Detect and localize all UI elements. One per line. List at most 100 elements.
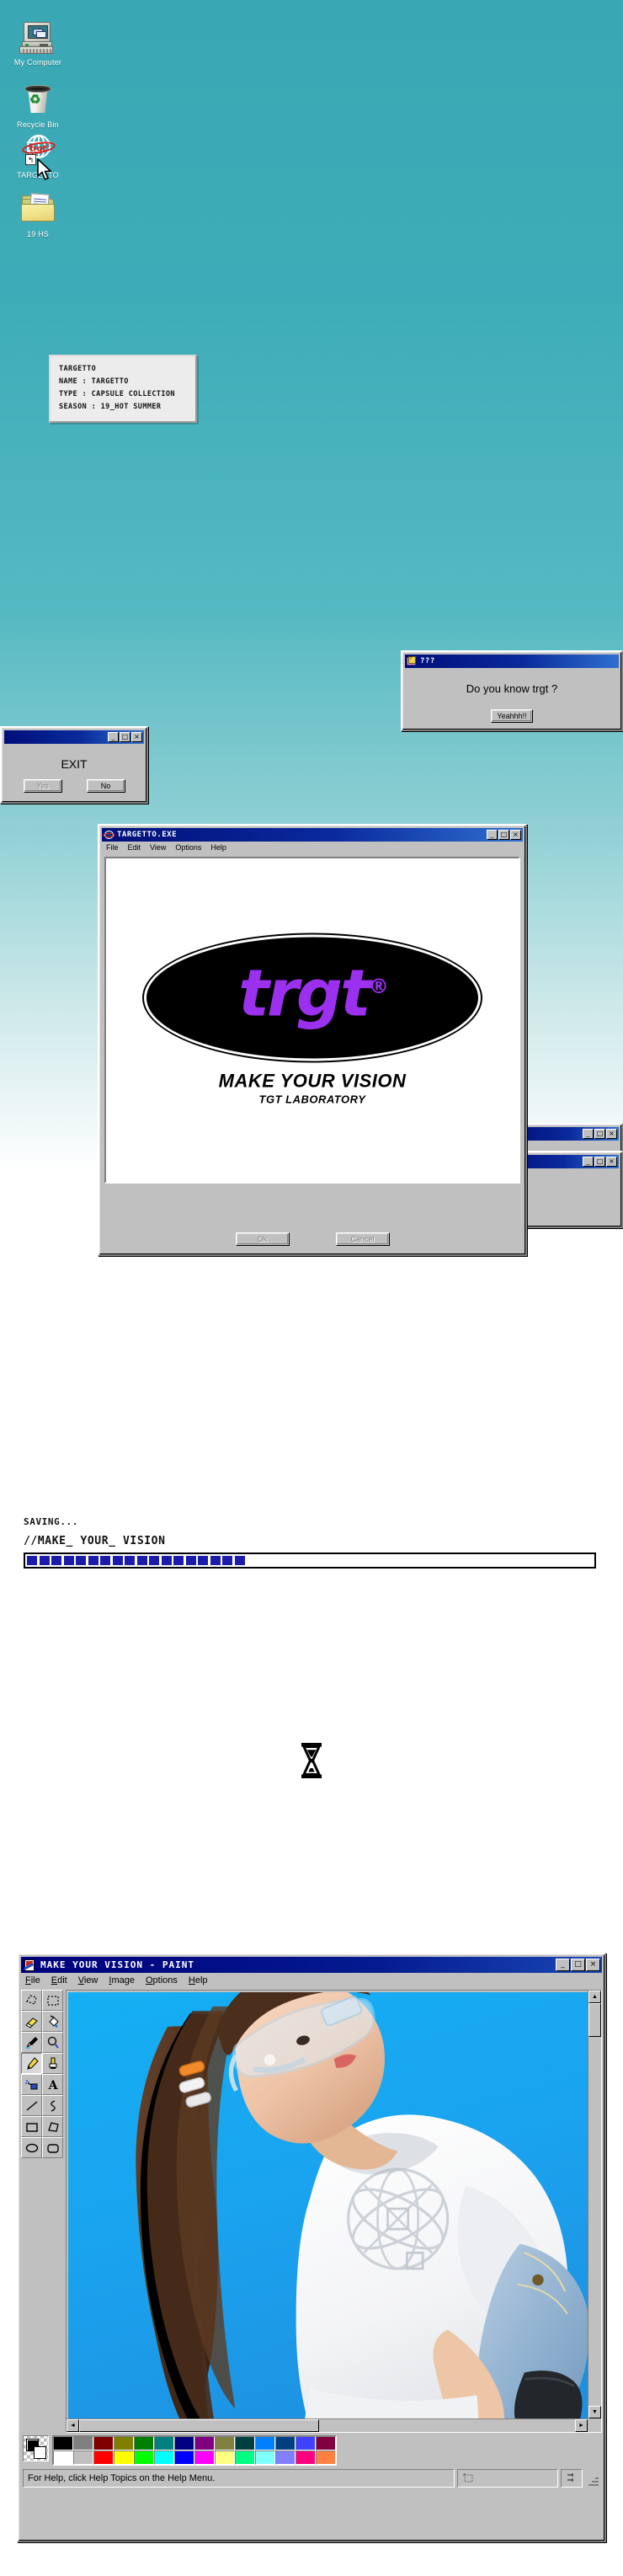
paint-window[interactable]: MAKE YOUR VISION - PAINT _ □ × FFileile … <box>17 1953 606 2542</box>
canvas-horizontal-scrollbar[interactable]: ◄ ► <box>67 2418 588 2432</box>
close-button[interactable]: × <box>510 830 521 840</box>
airbrush-tool[interactable] <box>21 2074 42 2095</box>
maximize-button[interactable]: □ <box>571 1959 585 1971</box>
palette-swatch[interactable] <box>174 2436 194 2450</box>
minimize-button[interactable]: _ <box>583 1129 594 1139</box>
targetto-exe-window[interactable]: TARGETTO.EXE _ □ × File Edit View Option… <box>98 824 527 1256</box>
ok-button[interactable]: Ok <box>235 1232 290 1246</box>
palette-swatch[interactable] <box>114 2450 134 2465</box>
menu-help[interactable]: Help <box>210 843 226 852</box>
exit-no-button[interactable]: No <box>86 779 125 793</box>
palette-swatch[interactable] <box>73 2436 93 2450</box>
palette-swatch[interactable] <box>53 2450 73 2465</box>
palette-swatch[interactable] <box>194 2436 215 2450</box>
menu-options[interactable]: Options <box>175 843 201 852</box>
minimize-button[interactable]: _ <box>487 830 498 840</box>
minimize-button[interactable]: _ <box>556 1959 570 1971</box>
exe-titlebar[interactable]: TARGETTO.EXE _ □ × <box>102 828 523 842</box>
scroll-h-thumb[interactable] <box>79 2419 319 2432</box>
polygon-tool[interactable] <box>42 2116 63 2137</box>
curve-tool[interactable] <box>42 2095 63 2116</box>
palette-swatch[interactable] <box>235 2450 255 2465</box>
palette-swatch[interactable] <box>215 2436 235 2450</box>
ellipse-tool[interactable] <box>21 2137 42 2158</box>
close-button[interactable]: × <box>586 1959 600 1971</box>
cancel-button[interactable]: Cancel <box>335 1232 390 1246</box>
menu-options[interactable]: Options <box>146 1975 178 1985</box>
close-button[interactable]: × <box>131 732 142 742</box>
scroll-left-button[interactable]: ◄ <box>67 2419 79 2432</box>
resize-grip[interactable] <box>585 2472 600 2488</box>
fill-tool[interactable] <box>42 2011 63 2032</box>
maximize-button[interactable]: □ <box>498 830 509 840</box>
palette-swatch[interactable] <box>296 2436 316 2450</box>
scroll-right-button[interactable]: ► <box>575 2419 588 2432</box>
minimize-button[interactable]: _ <box>108 732 119 742</box>
canvas-vertical-scrollbar[interactable]: ▲ ▼ <box>588 1991 601 2418</box>
menu-view[interactable]: View <box>78 1975 99 1985</box>
palette-swatch[interactable] <box>296 2450 316 2465</box>
pencil-tool[interactable] <box>21 2053 42 2074</box>
maximize-button[interactable]: □ <box>594 1157 605 1167</box>
menu-edit[interactable]: Edit <box>51 1975 67 1985</box>
close-button[interactable]: × <box>606 1157 617 1167</box>
palette-swatch[interactable] <box>154 2436 174 2450</box>
exit-dialog[interactable]: _ □ × EXIT Yes No <box>0 726 148 804</box>
magnifier-tool[interactable] <box>42 2032 63 2053</box>
palette-swatch[interactable] <box>93 2450 114 2465</box>
palette-swatch[interactable] <box>73 2450 93 2465</box>
palette-swatch[interactable] <box>174 2450 194 2465</box>
palette-swatch[interactable] <box>114 2436 134 2450</box>
eraser-tool[interactable] <box>21 2011 42 2032</box>
paint-toolbox[interactable]: A <box>21 1990 64 2433</box>
paint-palette[interactable] <box>21 2435 602 2466</box>
paint-canvas-area[interactable]: ▲ ▼ ◄ ► <box>66 1990 602 2433</box>
maximize-button[interactable]: □ <box>594 1129 605 1139</box>
background-color-swatch[interactable] <box>34 2446 46 2459</box>
exe-menubar[interactable]: File Edit View Options Help <box>102 842 523 853</box>
desktop-icon-recycle-bin[interactable]: ♻ Recycle Bin <box>2 83 74 129</box>
palette-swatch[interactable] <box>53 2436 73 2450</box>
menu-file[interactable]: FFileile <box>25 1975 40 1985</box>
palette-swatch[interactable] <box>215 2450 235 2465</box>
color-picker-tool[interactable] <box>21 2032 42 2053</box>
desktop-icon-my-computer[interactable]: My Computer <box>2 20 74 67</box>
scroll-up-button[interactable]: ▲ <box>588 1991 601 2003</box>
current-colors-indicator[interactable] <box>23 2435 49 2461</box>
palette-swatch[interactable] <box>235 2436 255 2450</box>
minimize-button[interactable]: _ <box>583 1157 594 1167</box>
menu-file[interactable]: File <box>106 843 119 852</box>
menu-help[interactable]: Help <box>189 1975 208 1985</box>
yeahhh-button[interactable]: Yeahhh!! <box>491 709 533 723</box>
menu-view[interactable]: View <box>150 843 166 852</box>
question-dialog[interactable]: ? ??? Do you know trgt ? Yeahhh!! <box>401 650 623 731</box>
palette-swatch[interactable] <box>255 2436 275 2450</box>
palette-swatch[interactable] <box>93 2436 114 2450</box>
menu-edit[interactable]: Edit <box>128 843 141 852</box>
palette-swatch[interactable] <box>134 2450 154 2465</box>
palette-swatch[interactable] <box>316 2450 336 2465</box>
free-form-select-tool[interactable] <box>21 1990 42 2011</box>
maximize-button[interactable]: □ <box>120 732 130 742</box>
palette-swatch[interactable] <box>275 2436 296 2450</box>
exit-dialog-titlebar[interactable]: _ □ × <box>4 730 144 744</box>
scroll-v-thumb[interactable] <box>588 2003 601 2037</box>
palette-swatch[interactable] <box>194 2450 215 2465</box>
line-tool[interactable] <box>21 2095 42 2116</box>
color-palette-grid[interactable] <box>52 2435 337 2466</box>
scroll-down-button[interactable]: ▼ <box>588 2406 601 2418</box>
rectangle-tool[interactable] <box>21 2116 42 2137</box>
rectangular-select-tool[interactable] <box>42 1990 63 2011</box>
palette-swatch[interactable] <box>275 2450 296 2465</box>
question-dialog-titlebar[interactable]: ? ??? <box>405 655 619 668</box>
palette-swatch[interactable] <box>316 2436 336 2450</box>
rounded-rectangle-tool[interactable] <box>42 2137 63 2158</box>
text-tool[interactable]: A <box>42 2074 63 2095</box>
exit-yes-button[interactable]: Yes <box>23 779 62 793</box>
close-button[interactable]: × <box>606 1129 617 1139</box>
palette-swatch[interactable] <box>255 2450 275 2465</box>
desktop-icon-folder-19hs[interactable]: 19 HS <box>2 192 74 238</box>
brush-tool[interactable] <box>42 2053 63 2074</box>
paint-menubar[interactable]: FFileile Edit View Image Options Help <box>21 1973 602 1988</box>
palette-swatch[interactable] <box>154 2450 174 2465</box>
